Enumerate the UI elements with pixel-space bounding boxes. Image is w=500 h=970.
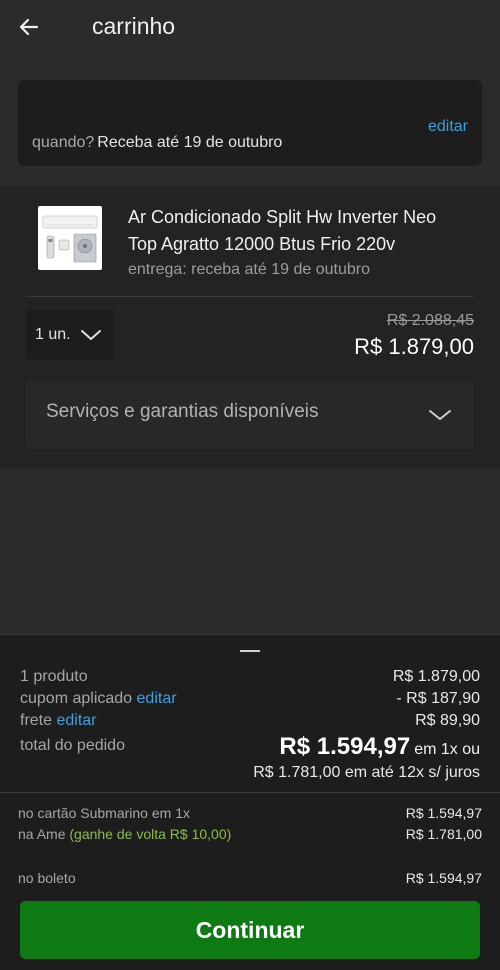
app-header: carrinho <box>0 0 500 58</box>
drag-handle[interactable] <box>240 650 260 652</box>
services-warranties-dropdown[interactable]: Serviços e garantias disponíveis <box>26 381 474 449</box>
quantity-value: 1 un. <box>35 326 71 343</box>
payment-option-label: no boleto <box>18 870 76 886</box>
payment-option-value: R$ 1.594,97 <box>405 870 482 886</box>
shipping-label: frete <box>20 712 53 729</box>
products-value: R$ 1.879,00 <box>392 668 480 685</box>
cart-item: Ar Condicionado Split Hw Inverter Neo To… <box>0 186 500 468</box>
payment-option-card: no cartão Submarino em 1x R$ 1.594,97 <box>18 805 482 821</box>
ame-cashback-note: (ganhe de volta R$ 10,00) <box>69 826 232 842</box>
shipping-edit-link[interactable]: editar <box>56 712 96 729</box>
total-installments: R$ 1.781,00 em até 12x s/ juros <box>253 764 480 781</box>
total-line: R$ 1.594,97 em 1x ou <box>279 733 480 761</box>
continue-button[interactable]: Continuar <box>20 901 480 959</box>
air-conditioner-image <box>42 215 98 263</box>
summary-products-row: 1 produto R$ 1.879,00 <box>20 668 480 686</box>
delivery-date: Receba até 19 de outubro <box>97 134 283 151</box>
payment-option-label: na Ame <box>18 826 66 842</box>
product-price: R$ 1.879,00 <box>354 334 474 359</box>
shipping-value: R$ 89,90 <box>415 712 480 729</box>
delivery-card: editar quando? Receba até 19 de outubro <box>18 80 482 166</box>
delivery-when: quando? Receba até 19 de outubro <box>32 134 282 152</box>
summary-shipping-row: frete editar R$ 89,90 <box>20 712 480 730</box>
payment-option-ame: na Ame (ganhe de volta R$ 10,00) R$ 1.78… <box>18 826 482 842</box>
payment-option-value: R$ 1.781,00 <box>405 826 482 842</box>
divider <box>0 792 500 793</box>
product-image[interactable] <box>38 206 102 270</box>
chevron-down-icon <box>429 410 451 420</box>
back-button[interactable] <box>12 10 46 44</box>
payment-option-value: R$ 1.594,97 <box>405 805 482 821</box>
product-delivery-estimate: entrega: receba até 19 de outubro <box>128 261 370 278</box>
payment-option-label: no cartão Submarino em 1x <box>18 805 190 821</box>
old-price: R$ 2.088,45 <box>386 312 474 329</box>
page-title: carrinho <box>92 13 176 39</box>
total-label: total do pedido <box>20 737 125 754</box>
arrow-left-icon <box>19 18 39 36</box>
delivery-edit-link[interactable]: editar <box>428 118 468 136</box>
total-value: R$ 1.594,97 <box>279 733 411 760</box>
divider <box>26 296 474 297</box>
coupon-label: cupom aplicado <box>20 690 133 707</box>
delivery-when-label: quando? <box>32 134 95 151</box>
services-label: Serviços e garantias disponíveis <box>46 401 319 422</box>
product-name[interactable]: Ar Condicionado Split Hw Inverter Neo To… <box>128 204 468 258</box>
total-suffix: em 1x ou <box>414 741 480 758</box>
products-count-label: 1 produto <box>20 668 88 685</box>
chevron-down-icon <box>81 330 101 340</box>
summary-coupon-row: cupom aplicado editar - R$ 187,90 <box>20 690 480 708</box>
coupon-discount-value: - R$ 187,90 <box>396 690 480 707</box>
order-summary-sheet: 1 produto R$ 1.879,00 cupom aplicado edi… <box>0 634 500 970</box>
payment-option-boleto: no boleto R$ 1.594,97 <box>18 870 482 886</box>
quantity-select[interactable]: 1 un. <box>26 310 115 360</box>
coupon-edit-link[interactable]: editar <box>137 690 177 707</box>
